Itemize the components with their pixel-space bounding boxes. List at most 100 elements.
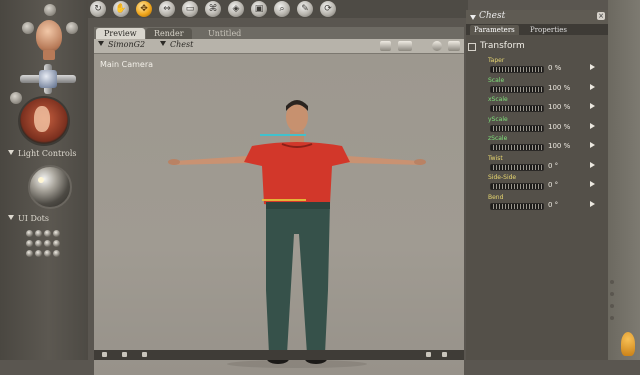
head-camera-control[interactable] [30,18,68,62]
param-row[interactable]: Bend 0 ° [466,193,608,214]
param-row[interactable]: xScale 100 % [466,96,608,116]
param-dial[interactable] [490,144,544,151]
palette-title-bar[interactable]: Chest × [466,10,608,24]
param-dial[interactable] [490,105,544,112]
direct-manipulation-icon[interactable]: ⟳ [320,1,336,17]
chain-break-icon[interactable]: ⌘ [205,1,221,17]
layout-icon[interactable] [398,41,412,51]
ui-dot[interactable] [26,240,33,247]
param-row[interactable]: zScale 100 % [466,135,608,155]
right-tray [608,0,640,360]
light-controls-header[interactable]: Light Controls [8,149,77,158]
param-value[interactable]: 100 % [548,103,570,111]
param-dial[interactable] [490,85,544,93]
param-name: Bend [488,193,504,201]
view-magnifier-icon[interactable]: ⌕ [274,1,290,17]
palette-title: Chest [479,11,506,21]
rotate-icon[interactable]: ↻ [90,1,106,17]
param-menu-arrow-icon[interactable] [590,181,595,187]
param-menu-arrow-icon[interactable] [590,103,595,109]
ui-dot[interactable] [35,250,42,257]
ui-dot[interactable] [53,230,60,237]
param-name: Scale [488,76,505,84]
figure-select-menu[interactable]: SimonG2 [98,40,145,49]
ui-dot[interactable] [53,250,60,257]
resize-icon[interactable] [448,41,460,51]
transform-group[interactable]: Transform [466,40,608,54]
color-icon[interactable]: ◈ [228,1,244,17]
camera-preset-button[interactable] [44,4,56,16]
ui-dot[interactable] [26,250,33,257]
param-value[interactable]: 100 % [548,84,570,92]
frame-handle[interactable] [142,352,147,357]
param-menu-arrow-icon[interactable] [590,64,595,70]
dropdown-triangle-icon [160,41,166,46]
poser-figure-icon [621,332,635,356]
actor-select-label: Chest [170,40,194,49]
tab-preview[interactable]: Preview [96,28,145,39]
grouping-icon[interactable]: ▣ [251,1,267,17]
param-row[interactable]: Scale 100 % [466,76,608,97]
param-dial[interactable] [490,124,544,132]
param-dial[interactable] [490,163,544,171]
taper-icon[interactable]: ▭ [182,1,198,17]
param-row[interactable]: Taper 0 % [466,57,608,77]
editing-tools-toolbar: ↻ ✋ ✥ ⇔ ▭ ⌘ ◈ ▣ ⌕ ✎ ⟳ [88,0,468,18]
light-control-ball[interactable] [28,165,72,209]
tab-parameters[interactable]: Parameters [470,25,519,35]
hand-camera-left-button[interactable] [22,22,34,34]
play-control[interactable] [426,352,431,357]
tab-render[interactable]: Render [146,28,192,39]
ui-dot[interactable] [53,240,60,247]
ui-dot[interactable] [44,250,51,257]
close-icon[interactable]: × [597,12,605,20]
param-name: yScale [488,115,508,123]
translate-icon[interactable]: ✥ [136,1,152,17]
figure-model[interactable] [94,54,464,375]
param-menu-arrow-icon[interactable] [590,122,595,129]
param-dial[interactable] [490,183,544,190]
scale-icon[interactable]: ⇔ [159,1,175,17]
trackball-control[interactable] [18,96,70,146]
ui-dot[interactable] [26,230,33,237]
param-value[interactable]: 0 % [548,64,561,72]
frame-handle[interactable] [122,352,127,357]
pose-icon[interactable]: ✋ [113,1,129,17]
param-value[interactable]: 100 % [548,123,570,131]
param-value[interactable]: 100 % [548,142,570,150]
param-menu-arrow-icon[interactable] [590,142,595,148]
param-row[interactable]: yScale 100 % [466,115,608,136]
ui-dots-header[interactable]: UI Dots [8,214,49,223]
3d-viewport[interactable]: Main Camera [94,54,464,375]
param-menu-arrow-icon[interactable] [590,161,595,168]
param-value[interactable]: 0 ° [548,201,558,209]
move-xyz-control[interactable] [20,64,76,94]
left-control-panel: Light Controls UI Dots [0,0,88,360]
param-menu-arrow-icon[interactable] [590,83,595,90]
hand-camera-right-button[interactable] [66,22,78,34]
ui-dot[interactable] [44,230,51,237]
actor-select-menu[interactable]: Chest [160,40,193,49]
tab-properties[interactable]: Properties [526,25,571,35]
param-row[interactable]: Twist 0 ° [466,154,608,175]
param-dial[interactable] [490,66,544,73]
tab-untitled[interactable]: Untitled [200,28,249,39]
options-icon[interactable] [432,41,442,51]
ui-dot[interactable] [44,240,51,247]
display-style-icon[interactable] [380,41,391,51]
morph-brush-icon[interactable]: ✎ [297,1,313,17]
tray-handle[interactable] [610,272,622,332]
param-name: Twist [488,154,503,162]
neck-icon [43,50,55,60]
ui-dot[interactable] [35,240,42,247]
param-value[interactable]: 0 ° [548,181,558,189]
param-row[interactable]: Side-Side 0 ° [466,174,608,194]
play-control[interactable] [442,352,447,357]
param-value[interactable]: 0 ° [548,162,558,170]
ui-dot[interactable] [35,230,42,237]
param-dial[interactable] [490,202,544,210]
parameters-palette: Chest × Parameters Properties Transform … [466,10,608,360]
scale-camera-button[interactable] [10,92,22,104]
param-menu-arrow-icon[interactable] [590,200,595,207]
frame-handle[interactable] [102,352,107,357]
